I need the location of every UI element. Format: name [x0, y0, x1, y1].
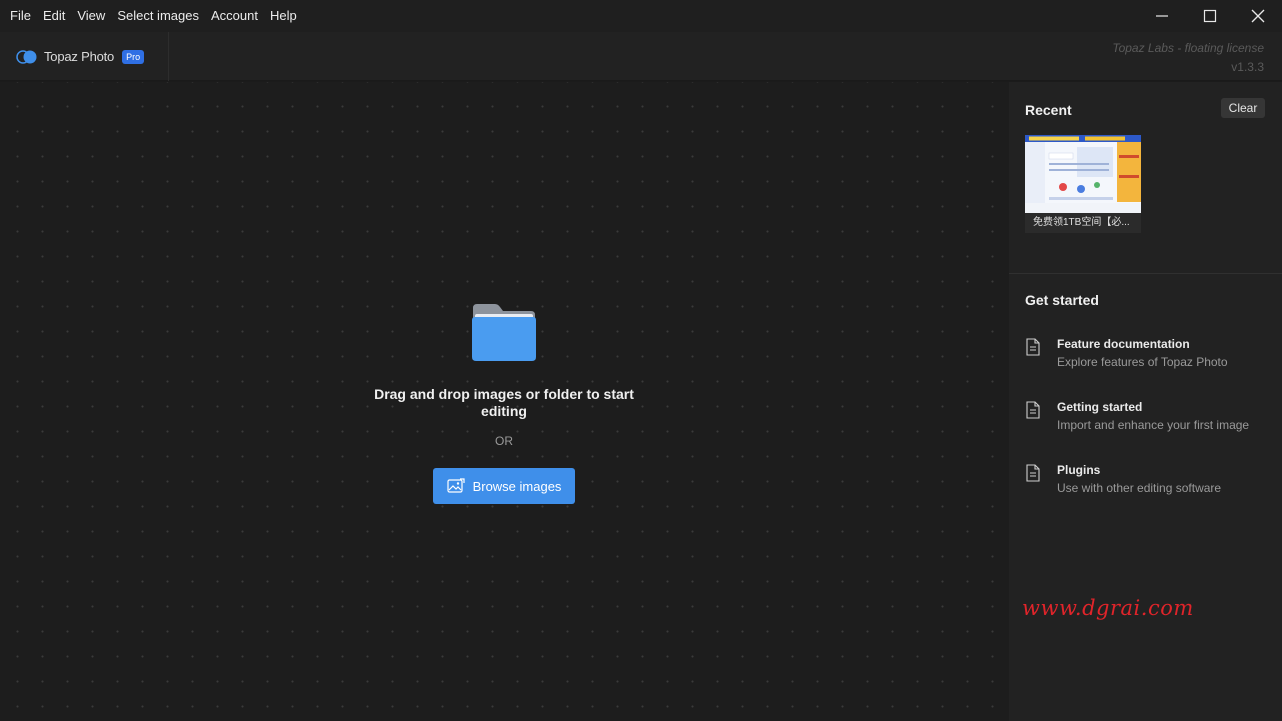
- link-title: Getting started: [1057, 400, 1143, 414]
- link-subtitle: Use with other editing software: [1057, 481, 1222, 495]
- app-name: Topaz Photo: [44, 49, 115, 64]
- document-icon: [1026, 464, 1040, 482]
- close-icon: [1251, 9, 1265, 23]
- window-controls: [1138, 0, 1282, 32]
- pro-badge: Pro: [122, 49, 145, 64]
- get-started-title: Get started: [1025, 292, 1099, 308]
- recent-item[interactable]: 免费领1TB空间【必...: [1025, 135, 1141, 233]
- license-text: Topaz Labs - floating license: [1112, 41, 1264, 55]
- menu-file[interactable]: File: [0, 0, 37, 32]
- link-title: Plugins: [1057, 463, 1101, 477]
- menu-edit[interactable]: Edit: [37, 0, 71, 32]
- sidebar-divider: [1009, 273, 1282, 274]
- document-icon: [1026, 338, 1040, 356]
- watermark-text: www.dgrai.com: [1022, 596, 1194, 620]
- clear-recent-button[interactable]: Clear: [1221, 98, 1265, 118]
- app-brand: Topaz Photo Pro: [0, 32, 169, 81]
- menu-account[interactable]: Account: [205, 0, 264, 32]
- topaz-logo-icon: [16, 49, 37, 64]
- version-text: v1.3.3: [1231, 60, 1264, 74]
- recent-thumbnail: [1025, 135, 1141, 213]
- recent-header: Recent Clear: [1025, 98, 1265, 121]
- license-info: Topaz Labs - floating license v1.3.3: [1112, 39, 1264, 77]
- link-title: Feature documentation: [1057, 337, 1190, 351]
- menu-select-images[interactable]: Select images: [111, 0, 205, 32]
- browse-images-button[interactable]: Browse images: [433, 468, 575, 504]
- link-subtitle: Explore features of Topaz Photo: [1057, 355, 1228, 369]
- link-subtitle: Import and enhance your first image: [1057, 418, 1250, 432]
- minimize-button[interactable]: [1138, 0, 1186, 32]
- menu-bar: File Edit View Select images Account Hel…: [0, 0, 1282, 32]
- maximize-button[interactable]: [1186, 0, 1234, 32]
- menu-view[interactable]: View: [71, 0, 111, 32]
- app-header: Topaz Photo Pro Topaz Labs - floating li…: [0, 32, 1282, 81]
- drop-zone[interactable]: Drag and drop images or folder to start …: [354, 302, 654, 504]
- main-canvas[interactable]: Drag and drop images or folder to start …: [0, 82, 1009, 721]
- close-button[interactable]: [1234, 0, 1282, 32]
- maximize-icon: [1203, 9, 1217, 23]
- minimize-icon: [1156, 15, 1168, 17]
- browse-images-label: Browse images: [472, 478, 562, 494]
- recent-title: Recent: [1025, 102, 1072, 118]
- link-getting-started[interactable]: Getting started Import and enhance your …: [1025, 399, 1275, 439]
- thumbnail-image: [1025, 135, 1141, 213]
- or-separator: OR: [495, 434, 513, 448]
- link-plugins[interactable]: Plugins Use with other editing software: [1025, 462, 1275, 502]
- document-icon: [1026, 401, 1040, 419]
- drop-zone-title: Drag and drop images or folder to start …: [374, 386, 634, 419]
- image-icon: [446, 478, 465, 494]
- menu-help[interactable]: Help: [264, 0, 303, 32]
- recent-item-caption: 免费领1TB空间【必...: [1033, 217, 1130, 228]
- link-feature-documentation[interactable]: Feature documentation Explore features o…: [1025, 336, 1275, 376]
- folder-icon: [472, 304, 536, 361]
- right-sidebar: Recent Clear 免费领1TB空间【必... Get started F…: [1009, 82, 1282, 721]
